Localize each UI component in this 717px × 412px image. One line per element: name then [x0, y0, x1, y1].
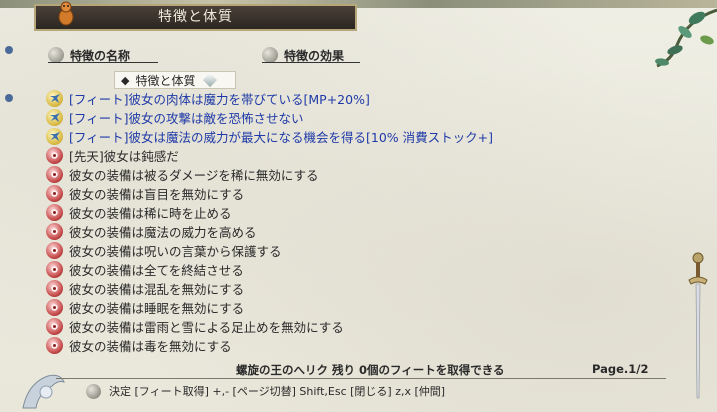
feature-text: [先天]彼女は鈍感だ	[69, 149, 179, 164]
gem-icon	[203, 72, 218, 88]
mascot-icon	[58, 1, 74, 26]
category-tab[interactable]: ◆ 特徴と体質	[114, 71, 236, 89]
innate-trait-icon	[46, 299, 63, 316]
feature-list-item[interactable]: 彼女の装備は稀に時を止める	[46, 203, 666, 222]
feat-badge-icon	[46, 128, 63, 145]
feature-text: 彼女の装備は魔法の威力を高める	[69, 225, 257, 240]
header-bullet-icon	[262, 47, 278, 63]
header-name-label: 特徴の名称	[70, 48, 131, 63]
feature-list-item[interactable]: [フィート]彼女は魔法の威力が最大になる機会を得る[10% 消費ストック+]	[46, 127, 666, 146]
page-indicator: Page.1/2	[592, 362, 649, 376]
hint-bullet-icon	[86, 383, 101, 399]
feature-list-item[interactable]: [先天]彼女は鈍感だ	[46, 146, 666, 165]
diamond-bullet-icon: ◆	[121, 73, 130, 87]
feature-list-item[interactable]: 彼女の装備は被るダメージを稀に無効にする	[46, 165, 666, 184]
feature-text: [フィート]彼女は魔法の威力が最大になる機会を得る[10% 消費ストック+]	[69, 130, 493, 145]
feature-list-item[interactable]: 彼女の装備は盲目を無効にする	[46, 184, 666, 203]
header-underline	[262, 62, 360, 63]
feature-text: 彼女の装備は混乱を無効にする	[69, 282, 245, 297]
feature-list-item[interactable]: 彼女の装備は毒を無効にする	[46, 336, 666, 355]
innate-trait-icon	[46, 337, 63, 354]
feature-list-item[interactable]: 彼女の装備は睡眠を無効にする	[46, 298, 666, 317]
sword-decoration-icon	[688, 252, 708, 399]
innate-trait-icon	[46, 318, 63, 335]
innate-trait-icon	[46, 242, 63, 259]
window-title-text: 特徴と体質	[158, 9, 233, 25]
feature-list-item[interactable]: 彼女の装備は魔法の威力を高める	[46, 222, 666, 241]
feature-list-item[interactable]: 彼女の装備は全てを終結させる	[46, 260, 666, 279]
header-effect-label: 特徴の効果	[284, 48, 345, 63]
feature-list-item[interactable]: [フィート]彼女の肉体は魔力を帯びている[MP+20%]	[46, 89, 666, 108]
header-bullet-icon	[48, 47, 64, 63]
innate-trait-icon	[46, 185, 63, 202]
edge-gem-icon	[4, 40, 14, 54]
innate-trait-icon	[46, 223, 63, 240]
feature-text: 彼女の装備は呪いの言葉から保護する	[69, 244, 282, 259]
feature-list-item[interactable]: 彼女の装備は混乱を無効にする	[46, 279, 666, 298]
feature-text: [フィート]彼女の攻撃は敵を恐怖させない	[69, 111, 304, 126]
category-label: 特徴と体質	[135, 73, 196, 88]
innate-trait-icon	[46, 280, 63, 297]
feature-text: 彼女の装備は稀に時を止める	[69, 206, 232, 221]
feature-list: [フィート]彼女の肉体は魔力を帯びている[MP+20%] [フィート]彼女の攻撃は…	[46, 89, 666, 355]
feature-list-item[interactable]: 彼女の装備は雷雨と雪による足止めを無効にする	[46, 317, 666, 336]
feature-text: 彼女の装備は全てを終結させる	[69, 263, 244, 278]
feat-badge-icon	[46, 109, 63, 126]
window-title: 特徴と体質	[34, 4, 357, 31]
innate-trait-icon	[46, 147, 63, 164]
feature-text: 彼女の装備は盲目を無効にする	[69, 187, 245, 202]
remaining-feats-message: 螺旋の王のへリク 残り 0個のフィートを取得できる	[236, 363, 505, 377]
feat-badge-icon	[46, 90, 63, 107]
corner-ornament-icon	[22, 374, 65, 409]
innate-trait-icon	[46, 204, 63, 221]
feature-text: 彼女の装備は睡眠を無効にする	[69, 301, 245, 316]
feature-text: 彼女の装備は毒を無効にする	[69, 339, 232, 354]
feature-text: [フィート]彼女の肉体は魔力を帯びている[MP+20%]	[69, 92, 370, 107]
header-underline	[48, 62, 158, 63]
feature-list-item[interactable]: [フィート]彼女の攻撃は敵を恐怖させない	[46, 108, 666, 127]
feature-text: 彼女の装備は被るダメージを稀に無効にする	[69, 168, 319, 183]
key-hints: 決定 [フィート取得] +,- [ページ切替] Shift,Esc [閉じる] …	[86, 383, 445, 399]
feature-text: 彼女の装備は雷雨と雪による足止めを無効にする	[69, 320, 344, 335]
innate-trait-icon	[46, 261, 63, 278]
feature-list-item[interactable]: 彼女の装備は呪いの言葉から保護する	[46, 241, 666, 260]
key-hints-text: 決定 [フィート取得] +,- [ページ切替] Shift,Esc [閉じる] …	[109, 385, 446, 398]
innate-trait-icon	[46, 166, 63, 183]
edge-gem-icon	[4, 88, 14, 102]
vine-decoration-icon	[655, 8, 717, 68]
footer-divider	[56, 378, 666, 379]
